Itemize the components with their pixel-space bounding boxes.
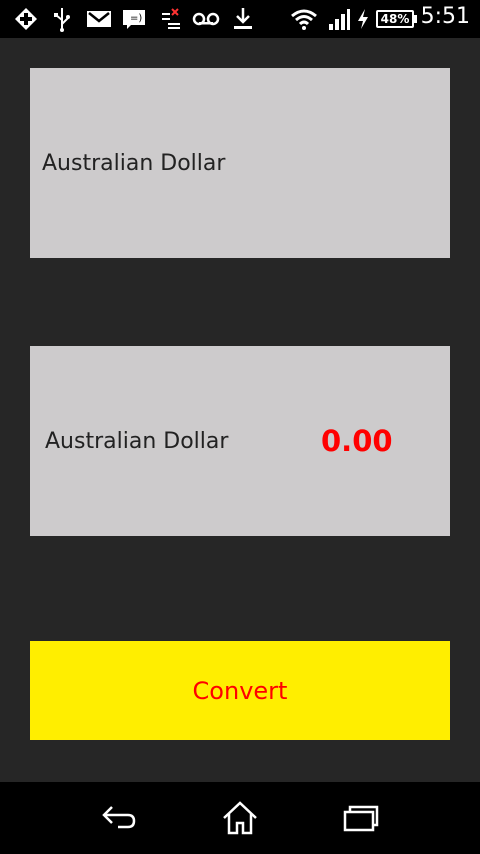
navigation-bar	[0, 782, 480, 854]
converted-amount: 0.00	[321, 424, 393, 458]
charging-icon	[356, 6, 370, 32]
voicemail-icon	[192, 6, 220, 32]
status-time: 5:51	[420, 4, 470, 29]
gmail-icon	[86, 6, 112, 32]
sim-icon	[160, 6, 182, 32]
to-currency-label: Australian Dollar	[45, 429, 229, 454]
home-icon[interactable]	[210, 796, 270, 840]
plus-icon	[14, 6, 38, 32]
battery-icon: 48%	[376, 10, 414, 28]
convert-button[interactable]: Convert	[30, 641, 450, 740]
svg-text:=): =)	[130, 13, 142, 24]
wifi-icon	[290, 6, 318, 32]
from-currency-selector[interactable]: Australian Dollar	[30, 68, 450, 258]
battery-tip	[414, 15, 417, 23]
download-icon	[232, 6, 254, 32]
status-bar: =) 48% 5:51	[0, 0, 480, 38]
message-icon: =)	[122, 6, 146, 32]
back-icon[interactable]	[90, 796, 150, 840]
recents-icon[interactable]	[330, 796, 390, 840]
from-currency-label: Australian Dollar	[42, 151, 226, 176]
to-currency-selector[interactable]: Australian Dollar 0.00	[30, 346, 450, 536]
usb-icon	[52, 6, 72, 32]
signal-icon	[327, 6, 351, 32]
